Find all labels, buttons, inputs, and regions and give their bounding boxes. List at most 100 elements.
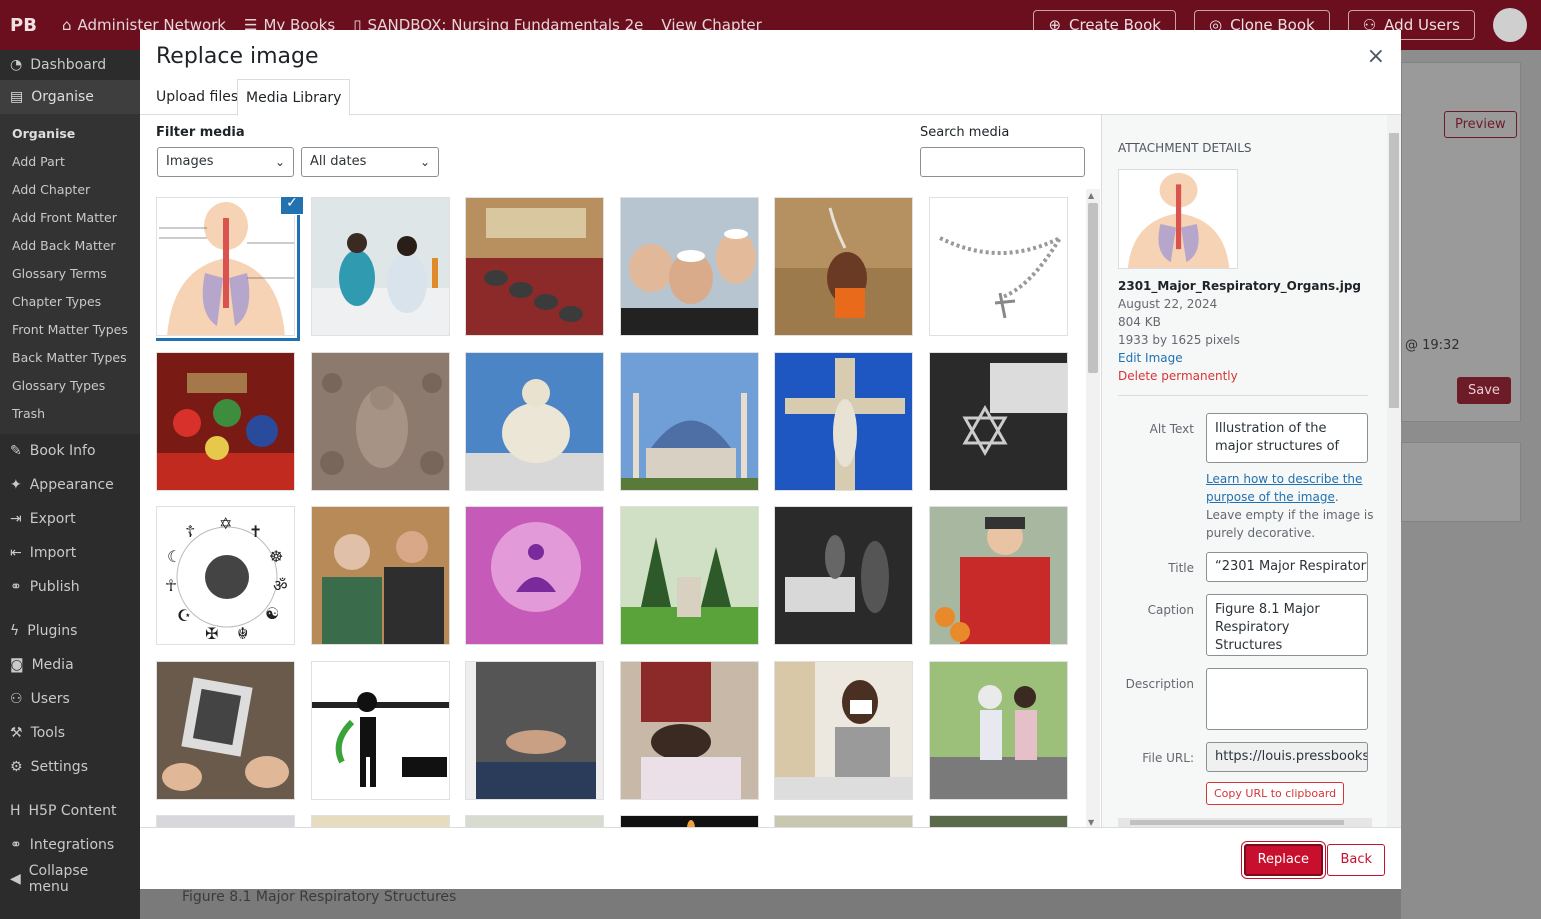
sidebar-item-collapse[interactable]: ◀ Collapse menu (0, 862, 140, 896)
scrollbar-thumb[interactable] (1088, 203, 1098, 373)
svg-text:☬: ☬ (237, 624, 248, 643)
thumbnail-praying-women[interactable] (311, 197, 450, 336)
alt-text-field[interactable]: Illustration of the major structures of (1206, 413, 1368, 463)
media-type-select[interactable]: Images ⌄ (157, 147, 294, 177)
submenu-item[interactable]: Glossary Terms (12, 260, 128, 288)
sidebar-item-publish[interactable]: ⚭ Publish (0, 570, 140, 604)
pressbooks-logo[interactable]: PB (10, 8, 44, 42)
sidebar-item-integrations[interactable]: ⚭ Integrations (0, 828, 140, 862)
users-icon: ⚇ (10, 691, 23, 707)
attachment-details-panel: Attachment Details 2301_Major_Respirator… (1101, 115, 1401, 827)
thumbnail-respiratory-organs[interactable] (156, 197, 300, 341)
divider (1118, 395, 1368, 396)
svg-text:☥: ☥ (165, 576, 177, 595)
close-icon[interactable]: × (1367, 44, 1385, 69)
title-field[interactable]: “2301 Major Respiratory Organs (1206, 552, 1368, 582)
attachment-filename: 2301_Major_Respiratory_Organs.jpg (1118, 279, 1362, 293)
thumbnail-nausea-pictogram[interactable] (311, 661, 450, 800)
submenu-item[interactable]: Add Front Matter (12, 204, 128, 232)
thumbnail-old-photographs[interactable] (156, 661, 295, 800)
sidebar-item-plugins[interactable]: ϟ Plugins (0, 614, 140, 648)
description-field[interactable] (1206, 668, 1368, 730)
thumbnail-woman-mask-chest[interactable] (774, 661, 913, 800)
file-url-field[interactable]: https://louis.pressbooks.pub (1206, 742, 1368, 772)
details-scrollbar[interactable] (1387, 115, 1401, 827)
thumbnail-river-ritual[interactable] (774, 197, 913, 336)
copy-url-button[interactable]: Copy URL to clipboard (1206, 782, 1345, 805)
thumbnail-row5-1[interactable] (156, 815, 295, 827)
selected-check-icon[interactable]: ✓ (280, 197, 304, 215)
delete-permanently-link[interactable]: Delete permanently (1118, 367, 1361, 385)
back-button[interactable]: Back (1327, 844, 1385, 876)
sidebar-item-import[interactable]: ⇤ Import (0, 536, 140, 570)
thumbnail-elderly-men-talking[interactable] (311, 506, 450, 645)
sparkle-icon: ✦ (10, 477, 22, 493)
search-media-input[interactable] (920, 147, 1085, 177)
thumbnail-meditation-figure[interactable] (465, 506, 604, 645)
thumbnail-bw-deathbed[interactable] (774, 506, 913, 645)
thumbnail-memorial-park[interactable] (620, 506, 759, 645)
submenu-item[interactable]: Add Chapter (12, 176, 128, 204)
caption-label: Caption (1147, 603, 1194, 617)
media-grid-scrollbar[interactable]: ▲ ▼ (1086, 189, 1100, 829)
tab-media-library[interactable]: Media Library (237, 79, 351, 116)
thumbnail-abdominal-pain[interactable] (465, 661, 604, 800)
describe-purpose-link[interactable]: Learn how to describe the purpose of the… (1206, 472, 1362, 504)
caption-field[interactable]: Figure 8.1 Major Respiratory Structures (1206, 594, 1368, 656)
submenu-item[interactable]: Chapter Types (12, 288, 128, 316)
replace-button[interactable]: Replace (1243, 844, 1323, 876)
date-filter-select[interactable]: All dates ⌄ (301, 147, 439, 177)
side-panel (1401, 442, 1521, 522)
scroll-up-icon[interactable]: ▲ (1088, 191, 1094, 200)
thumbnail-row5-5[interactable] (774, 815, 913, 827)
last-edited-time: @ 19:32 (1405, 338, 1460, 353)
submenu-item[interactable]: Add Part (12, 148, 128, 176)
scroll-down-icon[interactable]: ▼ (1088, 818, 1094, 827)
thumbnail-buddha-relief[interactable] (311, 352, 450, 491)
sidebar-item-h5p[interactable]: H H5P Content (0, 794, 140, 828)
preview-button[interactable]: Preview (1444, 111, 1517, 138)
sidebar-item-book-info[interactable]: ✎ Book Info (0, 434, 140, 468)
thumbnail-mosque-dome[interactable] (620, 352, 759, 491)
scrollbar-thumb[interactable] (1130, 820, 1344, 825)
submenu-item[interactable]: Back Matter Types (12, 344, 128, 372)
submenu-item[interactable]: Front Matter Types (12, 316, 128, 344)
sidebar-item-organise[interactable]: ▤ Organise (0, 80, 140, 114)
thumbnail-religious-symbols[interactable]: ✡ ✝ ☸ ॐ ☯ ☬ ✠ ☪ ☥ ☾ ☦ (156, 506, 295, 645)
submenu-item[interactable]: Organise (12, 120, 128, 148)
tab-upload-files[interactable]: Upload files (148, 79, 246, 115)
submenu-item[interactable]: Glossary Types (12, 372, 128, 400)
submenu-item[interactable]: Add Back Matter (12, 232, 128, 260)
thumbnail-row5-3[interactable] (465, 815, 604, 827)
sidebar-item-export[interactable]: ⇥ Export (0, 502, 140, 536)
sidebar-item-settings[interactable]: ⚙ Settings (0, 750, 140, 784)
thumbnail-row5-4[interactable] (620, 815, 759, 827)
edit-image-link[interactable]: Edit Image (1118, 349, 1361, 367)
sidebar-item-dashboard[interactable]: ◔ Dashboard (0, 50, 140, 80)
gear-icon: ⚙ (10, 759, 23, 775)
sidebar-item-appearance[interactable]: ✦ Appearance (0, 468, 140, 502)
thumbnail-crucifix[interactable] (774, 352, 913, 491)
modal-title: Replace image (156, 44, 319, 69)
details-horizontal-scrollbar[interactable] (1118, 818, 1372, 827)
attachment-details-heading: Attachment Details (1118, 141, 1252, 155)
thumbnail-elderly-man-praying[interactable] (929, 506, 1068, 645)
thumbnail-star-of-david[interactable] (929, 352, 1068, 491)
thumbnail-food-offering[interactable] (156, 352, 295, 491)
submenu-item[interactable]: Trash (12, 400, 128, 428)
thumbnail-men-kippah[interactable] (620, 197, 759, 336)
sidebar-item-tools[interactable]: ⚒ Tools (0, 716, 140, 750)
thumbnail-row5-6[interactable] (929, 815, 1068, 827)
thumbnail-shiva-statue[interactable] (465, 352, 604, 491)
thumbnail-elderly-woman-helped[interactable] (929, 661, 1068, 800)
avatar[interactable] (1493, 8, 1527, 42)
thumbnail-row5-2[interactable] (311, 815, 450, 827)
save-button[interactable]: Save (1457, 377, 1511, 404)
modal-tabs: Upload files Media Library (140, 79, 1401, 116)
thumbnail-vomiting-woman[interactable] (620, 661, 759, 800)
sidebar-item-media[interactable]: ◙ Media (0, 648, 140, 682)
scrollbar-thumb[interactable] (1389, 133, 1399, 408)
thumbnail-mosque-prayer[interactable] (465, 197, 604, 336)
sidebar-item-users[interactable]: ⚇ Users (0, 682, 140, 716)
thumbnail-rosary[interactable] (929, 197, 1068, 336)
